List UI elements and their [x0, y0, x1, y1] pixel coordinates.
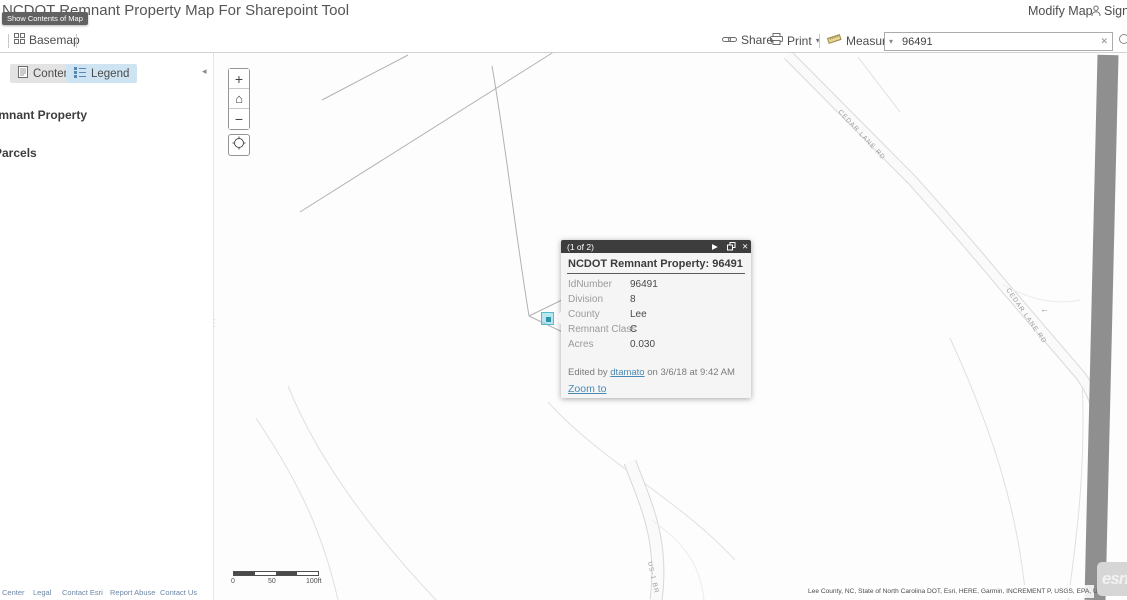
tab-legend[interactable]: Legend — [66, 64, 137, 83]
footer-link-contact-us[interactable]: Contact Us — [160, 588, 197, 597]
panel-resize-handle[interactable]: ⋮ — [209, 318, 219, 329]
map-attribution: Lee County, NC, State of North Carolina … — [808, 585, 1094, 598]
modify-map-button[interactable]: Modify Map — [1028, 4, 1093, 18]
scale-segment — [297, 572, 318, 575]
show-contents-tooltip: Show Contents of Map — [2, 12, 88, 25]
esri-logo: esri — [1097, 562, 1127, 596]
legend-layer-parcels: Parcels — [0, 146, 37, 160]
popup-pager: (1 of 2) — [567, 242, 594, 252]
share-button[interactable]: Share — [722, 33, 773, 47]
footer-link-report-abuse[interactable]: Report Abuse — [110, 588, 155, 597]
scale-segment — [234, 572, 255, 575]
field-value: Lee — [630, 309, 647, 320]
collapse-panel-icon[interactable]: ◂ — [202, 66, 207, 77]
feature-point — [546, 317, 551, 322]
scale-label-start: 0 — [231, 578, 235, 585]
home-icon: ⌂ — [235, 91, 243, 106]
field-label: Remnant Class — [568, 324, 636, 335]
search-dropdown-icon[interactable]: ▾ — [889, 37, 893, 46]
zoom-in-button[interactable]: + — [229, 69, 249, 89]
toolbar: Basemap Share Print ▾ Measure ▾ ✕ — [0, 30, 1127, 53]
search-icon[interactable] — [1119, 34, 1127, 44]
zoom-out-button[interactable]: − — [229, 109, 249, 129]
edited-suffix: on 3/6/18 at 9:42 AM — [647, 367, 735, 378]
sidebar-divider — [213, 53, 214, 600]
edited-prefix: Edited by — [568, 367, 608, 378]
footer-link-contact-esri[interactable]: Contact Esri — [62, 588, 103, 597]
legend-list-icon — [74, 67, 86, 81]
popup-body: NCDOT Remnant Property: 96491 IdNumber 9… — [561, 253, 751, 398]
field-label: IdNumber — [568, 279, 612, 290]
search-input[interactable] — [902, 33, 1087, 50]
next-feature-icon[interactable]: ▶ — [712, 242, 718, 251]
scale-segment — [255, 572, 276, 575]
share-label: Share — [741, 33, 773, 47]
oneway-arrow-icon: ← — [1040, 304, 1049, 314]
toolbar-separator — [8, 34, 9, 48]
scale-bar — [233, 571, 319, 576]
field-value: 8 — [630, 294, 636, 305]
field-label: Acres — [568, 339, 594, 350]
popup-header[interactable]: (1 of 2) ▶ ✕ — [561, 240, 751, 253]
sign-in-button[interactable]: Sign In — [1104, 4, 1127, 18]
basemap-grid-icon — [14, 33, 25, 47]
close-icon[interactable]: ✕ — [742, 242, 748, 251]
share-link-icon — [722, 33, 737, 47]
basemap-label: Basemap — [29, 33, 80, 47]
scale-label-mid: 50 — [268, 578, 276, 585]
scale-segment — [276, 572, 297, 575]
feature-popup: (1 of 2) ▶ ✕ NCDOT Remnant Property: 964… — [561, 240, 751, 398]
basemap-button[interactable]: Basemap — [14, 33, 80, 47]
popup-divider — [567, 273, 745, 274]
printer-icon — [770, 33, 783, 48]
selected-feature-highlight[interactable] — [541, 312, 554, 325]
legend-layer-remnant-property: Remnant Property — [0, 108, 87, 122]
locate-icon — [232, 136, 246, 155]
person-icon — [1091, 4, 1101, 22]
field-label: Division — [568, 294, 603, 305]
footer-link-legal[interactable]: Legal — [33, 588, 51, 597]
edited-user-link[interactable]: dtamato — [610, 367, 644, 378]
measure-button[interactable]: Measure — [827, 33, 893, 48]
search-clear-icon[interactable]: ✕ — [1100, 36, 1108, 47]
toolbar-separator — [819, 34, 820, 48]
home-button[interactable]: ⌂ — [229, 89, 249, 109]
locate-button[interactable] — [228, 134, 250, 156]
print-button[interactable]: Print ▾ — [770, 33, 820, 48]
footer-link-center[interactable]: Center — [2, 588, 25, 597]
popup-tail — [554, 312, 561, 324]
field-value: C — [630, 324, 637, 335]
edited-by-line: Edited by dtamato on 3/6/18 at 9:42 AM — [568, 367, 735, 378]
print-label: Print — [787, 34, 812, 48]
search-box: ▾ ✕ — [884, 32, 1113, 51]
highway-band — [1095, 55, 1108, 600]
dock-icon[interactable] — [727, 242, 736, 253]
field-value: 96491 — [630, 279, 658, 290]
toolbar-separator — [76, 34, 77, 48]
popup-title: NCDOT Remnant Property: 96491 — [568, 258, 743, 270]
sidebar-panel: Content Legend ◂ Remnant Property Parcel… — [0, 53, 213, 600]
zoom-to-link[interactable]: Zoom to — [568, 383, 607, 395]
content-doc-icon — [18, 66, 28, 81]
measure-ruler-icon — [827, 33, 842, 48]
field-value: 0.030 — [630, 339, 655, 350]
field-label: County — [568, 309, 600, 320]
zoom-control-group: + ⌂ − — [228, 68, 250, 130]
scale-label-end: 100ft — [306, 578, 322, 585]
tab-legend-label: Legend — [91, 68, 129, 80]
